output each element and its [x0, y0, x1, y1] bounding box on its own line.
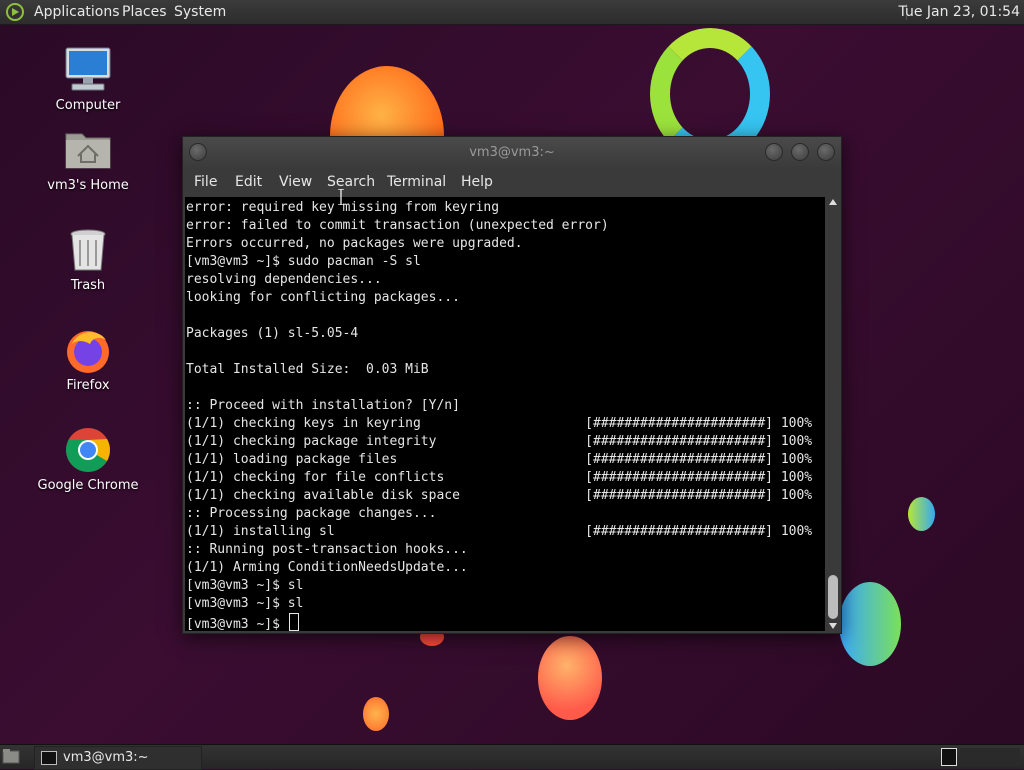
desktop-icon-label: Firefox	[66, 378, 110, 393]
menu-applications[interactable]: Applications	[34, 0, 120, 24]
terminal-scrollbar[interactable]	[827, 197, 839, 631]
desktop-icon-trash[interactable]: Trash	[33, 226, 143, 293]
terminal-window[interactable]: vm3@vm3:~ File Edit View Search Terminal…	[182, 136, 842, 634]
terminal-line: (1/1) checking available disk space [###…	[186, 488, 813, 503]
terminal-output[interactable]: error: required key missing from keyring…	[185, 197, 825, 631]
maximize-button[interactable]	[791, 143, 809, 161]
window-title: vm3@vm3:~	[469, 145, 555, 160]
computer-icon	[64, 46, 112, 94]
scroll-down-icon[interactable]	[829, 623, 837, 629]
app-menu-logo-icon[interactable]	[6, 3, 24, 21]
terminal-line: Total Installed Size: 0.03 MiB	[186, 362, 429, 377]
text-cursor	[288, 613, 299, 631]
terminal-line: (1/1) installing sl [###################…	[186, 524, 813, 539]
trash-icon	[64, 226, 112, 274]
desktop-icon-label: Computer	[55, 98, 121, 113]
close-button[interactable]	[817, 143, 835, 161]
terminal-line: [vm3@vm3 ~]$ sl	[186, 578, 304, 593]
terminal-lines: error: required key missing from keyring…	[186, 200, 812, 611]
menu-places[interactable]: Places	[122, 0, 167, 24]
top-panel: Applications Places System Tue Jan 23, 0…	[0, 0, 1024, 25]
window-titlebar[interactable]: vm3@vm3:~	[183, 137, 841, 169]
terminal-line: (1/1) checking package integrity [######…	[186, 434, 813, 449]
terminal-line: :: Processing package changes...	[186, 506, 437, 521]
terminal-line: :: Proceed with installation? [Y/n]	[186, 398, 460, 413]
scroll-up-icon[interactable]	[829, 199, 837, 205]
decor-small-orange-blob	[363, 697, 389, 731]
menu-search[interactable]: Search	[327, 169, 375, 195]
terminal-icon	[41, 751, 57, 765]
clock[interactable]: Tue Jan 23, 01:54	[899, 0, 1020, 24]
terminal-menubar: File Edit View Search Terminal Help	[183, 169, 841, 195]
menu-help[interactable]: Help	[461, 169, 493, 195]
desktop-icon-chrome[interactable]: Google Chrome	[33, 426, 143, 493]
decor-green-blue-blob	[839, 582, 901, 666]
desktop-icon-home[interactable]: vm3's Home	[33, 126, 143, 193]
mouse-ibeam-icon	[338, 189, 344, 205]
terminal-line: (1/1) checking keys in keyring [########…	[186, 416, 813, 431]
menu-system[interactable]: System	[174, 0, 226, 24]
menu-view[interactable]: View	[279, 169, 312, 195]
terminal-prompt: [vm3@vm3 ~]$	[186, 617, 288, 631]
terminal-line: :: Running post-transaction hooks...	[186, 542, 468, 557]
menu-file[interactable]: File	[194, 169, 217, 195]
taskbar-item-terminal[interactable]: vm3@vm3:~	[34, 746, 202, 770]
desktop-icon-computer[interactable]: Computer	[33, 46, 143, 113]
terminal-line: (1/1) checking for file conflicts [#####…	[186, 470, 813, 485]
terminal-line: (1/1) loading package files [###########…	[186, 452, 813, 467]
workspace-1-button[interactable]	[941, 748, 957, 766]
terminal-text: error: required key missing from keyring…	[185, 197, 825, 631]
menu-terminal[interactable]: Terminal	[387, 169, 446, 195]
desktop-icon-label: Trash	[70, 278, 106, 293]
scrollbar-thumb[interactable]	[828, 575, 838, 619]
taskbar-item-label: vm3@vm3:~	[63, 750, 149, 765]
decor-orange-blob-bottom	[538, 636, 602, 720]
minimize-button[interactable]	[765, 143, 783, 161]
menu-edit[interactable]: Edit	[235, 169, 262, 195]
decor-small-green-blob	[908, 497, 935, 531]
terminal-line: resolving dependencies...	[186, 272, 382, 287]
terminal-line: (1/1) Arming ConditionNeedsUpdate...	[186, 560, 468, 575]
desktop-icon-label: vm3's Home	[47, 178, 129, 193]
home-folder-icon	[64, 126, 112, 174]
terminal-line: Packages (1) sl-5.05-4	[186, 326, 359, 341]
terminal-line: Errors occurred, no packages were upgrad…	[186, 236, 523, 251]
firefox-icon	[64, 326, 112, 374]
chrome-icon	[64, 426, 112, 474]
desktop-icon-label: Google Chrome	[37, 478, 139, 493]
show-desktop-icon[interactable]	[2, 748, 20, 764]
workspace-2-button[interactable]	[960, 748, 1020, 766]
terminal-line: [vm3@vm3 ~]$ sudo pacman -S sl	[186, 254, 421, 269]
desktop-icon-firefox[interactable]: Firefox	[33, 326, 143, 393]
terminal-line: [vm3@vm3 ~]$ sl	[186, 596, 304, 611]
terminal-line: error: failed to commit transaction (une…	[186, 218, 609, 233]
bottom-panel: vm3@vm3:~	[0, 744, 1024, 770]
terminal-line: looking for conflicting packages...	[186, 290, 460, 305]
